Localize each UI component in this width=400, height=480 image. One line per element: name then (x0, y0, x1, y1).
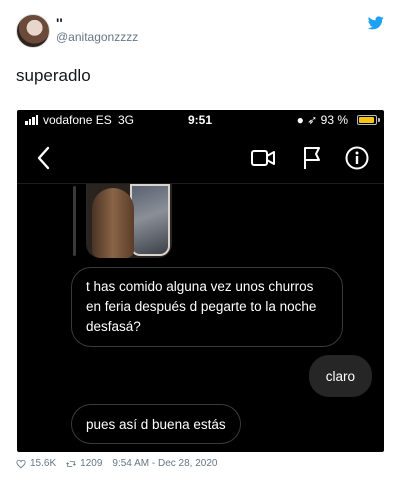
photo-mirror (130, 184, 170, 256)
message-bubble-received[interactable]: t has comido alguna vez unos churros en … (71, 267, 343, 347)
carrier-name: vodafone ES (43, 113, 112, 127)
status-bar: vodafone ES 3G 9:51 ● ➶ 93 % (17, 110, 384, 132)
shared-photo[interactable] (86, 184, 172, 258)
status-time: 9:51 (188, 113, 213, 127)
tweet-stats: 15.6K 1209 9:54 AM - Dec 28, 2020 (16, 458, 217, 469)
like-count: 15.6K (30, 458, 57, 469)
battery-icon (357, 115, 377, 125)
reply-indicator (73, 186, 76, 256)
info-icon[interactable] (343, 144, 371, 172)
tweet-text: superadlo (16, 66, 91, 85)
chat-nav-bar (17, 138, 384, 182)
photo-person (92, 188, 134, 258)
flag-icon[interactable] (299, 144, 325, 172)
battery-fill (359, 117, 374, 123)
back-chevron-icon[interactable] (31, 144, 57, 172)
tweet-timestamp[interactable]: 9:54 AM - Dec 28, 2020 (112, 458, 217, 469)
heart-icon[interactable] (16, 459, 26, 469)
signal-icon (25, 115, 38, 125)
bird-icon[interactable] (368, 16, 384, 30)
user-handle[interactable]: @anitagonzzzz (56, 30, 138, 44)
message-bubble-received[interactable]: pues así d buena estás (71, 404, 241, 444)
status-icons: ● ➶ 93 % (296, 113, 348, 127)
retweet-count: 1209 (80, 458, 103, 469)
network-type: 3G (118, 113, 135, 127)
battery-tip (378, 118, 380, 122)
tweet-header: '' @anitagonzzzz (16, 14, 384, 54)
retweet-icon[interactable] (66, 459, 77, 469)
nav-divider (17, 183, 384, 184)
avatar[interactable] (16, 14, 50, 48)
display-name[interactable]: '' (56, 15, 63, 31)
video-call-icon[interactable] (249, 144, 277, 172)
chat-screenshot: vodafone ES 3G 9:51 ● ➶ 93 % t has comid… (17, 110, 384, 452)
message-bubble-sent[interactable]: claro (308, 355, 372, 397)
